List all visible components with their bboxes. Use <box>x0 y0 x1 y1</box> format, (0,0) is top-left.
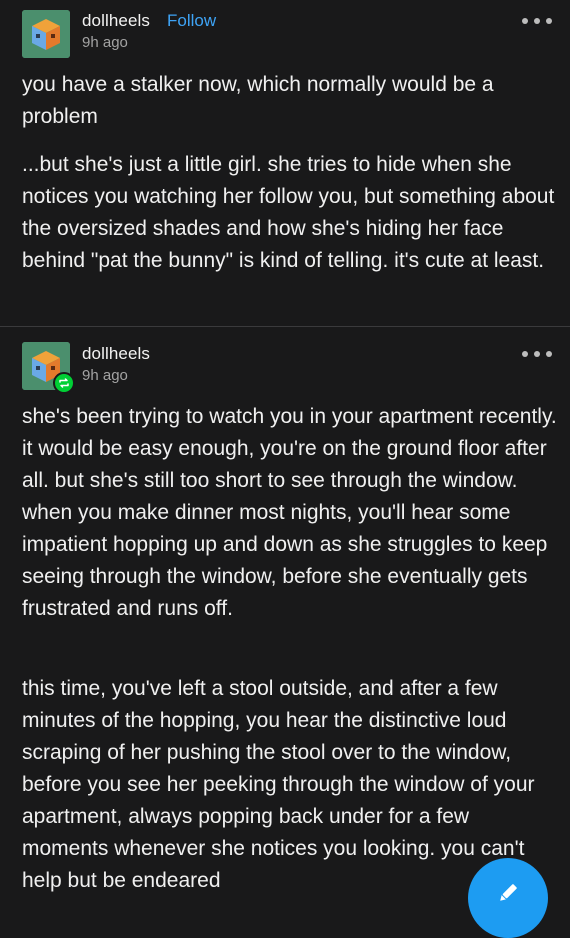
post-paragraph: this time, you've left a stool outside, … <box>22 677 535 892</box>
more-options-icon[interactable] <box>522 349 552 359</box>
compose-button[interactable] <box>468 858 548 938</box>
reblog-icon <box>53 372 75 394</box>
post-paragraph: you have a stalker now, which normally w… <box>22 73 494 128</box>
follow-button[interactable]: Follow <box>167 11 216 31</box>
cube-avatar-icon[interactable] <box>22 10 70 58</box>
post-card: dollheels Follow 9h ago you have a stalk… <box>0 0 570 326</box>
post-timestamp: 9h ago <box>82 34 128 51</box>
post-paragraph: ...but she's just a little girl. she tri… <box>22 153 555 272</box>
post-timestamp: 9h ago <box>82 367 128 384</box>
post-card: dollheels 9h ago she's been trying to wa… <box>0 327 570 900</box>
username[interactable]: dollheels <box>82 11 150 31</box>
post-paragraph: she's been trying to watch you in your a… <box>22 405 557 620</box>
more-options-icon[interactable] <box>522 16 552 26</box>
username[interactable]: dollheels <box>82 344 150 364</box>
pencil-icon <box>500 884 517 901</box>
